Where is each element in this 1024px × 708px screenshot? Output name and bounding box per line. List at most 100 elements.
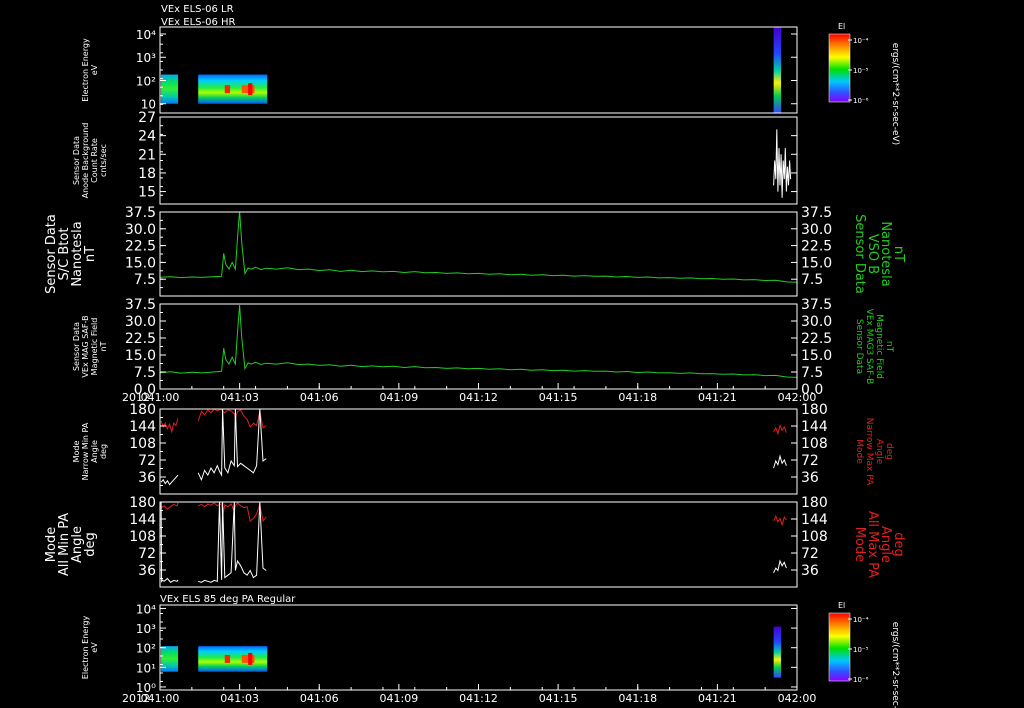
p6-series-5 xyxy=(773,559,787,574)
p7-ylabel-line-0: Electron Energy xyxy=(81,616,90,680)
p4-ytick-label-2: 15.0 xyxy=(125,348,156,364)
p5-ytick-label-1: 72 xyxy=(138,453,156,469)
p5-series-5 xyxy=(773,454,787,469)
p6-series-0 xyxy=(160,502,179,510)
p4-series-0 xyxy=(160,305,797,378)
p7-ytick-label-4: 10⁴ xyxy=(136,602,156,616)
p6-ytick-label-0: 36 xyxy=(138,563,156,579)
p7-ytick-label-3: 10³ xyxy=(136,622,156,636)
p6-ytick-right-label-3: 144 xyxy=(801,512,828,528)
p6-series-2 xyxy=(197,502,267,523)
p5-ylabel-right-line-2: Angle xyxy=(874,439,884,465)
p3-ytick-label-0: 7.5 xyxy=(134,272,156,288)
panel-p6: 36 3672 72108 108144 144180 180ModeAll Min PA… xyxy=(44,495,906,588)
colorbar-top-title: El xyxy=(838,22,845,31)
colorbar-top-tick-label-1: 10⁻⁵ xyxy=(853,67,869,75)
p3-ytick-right-label-0: 7.5 xyxy=(801,272,823,288)
p5-series-3 xyxy=(197,409,267,482)
p3-ylabel-line-3: nT xyxy=(83,246,98,262)
p5-series-0 xyxy=(160,418,179,434)
p6-ylabel-right-line-2: Angle xyxy=(878,526,893,563)
p5-ytick-label-2: 108 xyxy=(129,436,156,452)
p6-ytick-right-label-1: 72 xyxy=(801,546,819,562)
p6-ytick-right-label-4: 180 xyxy=(801,495,828,511)
p5-ylabel-right-line-0: Mode xyxy=(854,439,864,464)
panel-p7: 10⁰10¹10²10³10⁴Electron Energy eV xyxy=(81,602,798,695)
p6-ylabel: ModeAll Min PAAngledeg xyxy=(44,513,98,576)
p5-ytick-right-label-0: 36 xyxy=(801,470,819,486)
x-axis-bottom-tick-label-6: 041:18 xyxy=(618,692,657,705)
p4-ytick-label-3: 22.5 xyxy=(125,331,156,347)
p4-ytick-right-label-3: 22.5 xyxy=(801,331,832,347)
p4-ylabel-right-line-2: Magnetic Field xyxy=(874,314,884,379)
p2-ytick-label-1: 18 xyxy=(138,166,156,182)
colorbar-top-gradient xyxy=(828,33,851,103)
p1-data xyxy=(161,27,782,113)
colorbar-top-unit-text: ergs/(cm**2-sr-sec-eV) xyxy=(890,43,900,145)
p3-ytick-right-label-4: 37.5 xyxy=(801,205,832,221)
p4-ytick-label-1: 7.5 xyxy=(134,365,156,381)
colorbar-bottom: El 10⁻⁴ 10⁻⁵ 10⁻⁶ ergs/(cm**2-sr-sec-eV) xyxy=(828,601,900,708)
p2-ylabel: Sensor Data Anode Background Count Rate cnt… xyxy=(72,123,108,199)
p4-frame xyxy=(159,303,798,390)
p4-ylabel-line-3: nT xyxy=(99,341,108,351)
p6-ytick-label-4: 180 xyxy=(129,495,156,511)
p2-ytick-label-3: 24 xyxy=(138,129,156,145)
p6-data xyxy=(160,502,787,583)
p4-ylabel-right: Sensor Data VEx MAG3 SAF-B Magnetic Field n… xyxy=(854,309,894,385)
p1-hot-spot-a xyxy=(224,85,231,94)
colorbar-top: El 10⁻⁴ 10⁻⁵ 10⁻⁶ ergs/(cm**2-sr-sec-eV) xyxy=(828,22,900,145)
p3-ytick-right-label-2: 22.5 xyxy=(801,239,832,255)
x-axis-bottom-year-label: 2012 xyxy=(122,692,150,705)
colorbar-top-tick-label-2: 10⁻⁶ xyxy=(853,97,869,105)
p4-ylabel-right-line-1: VEx MAG3 SAF-B xyxy=(864,309,874,385)
p2-ytick-label-4: 27 xyxy=(138,110,156,126)
colorbar-bottom-title: El xyxy=(838,601,845,610)
x-axis-mid-tick-label-4: 041:12 xyxy=(459,391,498,404)
header-line-2: VEx ELS-06 HR xyxy=(161,17,236,28)
p5-ytick-label-0: 36 xyxy=(138,470,156,486)
plot-canvas: VEx ELS-06 LR VEx ELS-06 HR 1010²10³10⁴E… xyxy=(44,4,906,708)
p3-ytick-right-label-3: 30.0 xyxy=(801,222,832,238)
p4-ylabel-right-line-0: Sensor Data xyxy=(854,319,864,374)
x-axis-mid-tick-label-3: 041:09 xyxy=(380,391,419,404)
x-axis-mid-tick-label-8: 042:00 xyxy=(778,391,817,404)
p3-ytick-label-3: 30.0 xyxy=(125,222,156,238)
x-axis-mid-tick-label-7: 041:21 xyxy=(698,391,737,404)
p5-ylabel: Mode Narrow Min PA Angle deg xyxy=(72,422,108,480)
p4-ytick-right-label-2: 15.0 xyxy=(801,348,832,364)
p1-spectrogram-block-1 xyxy=(198,74,268,104)
p1-ylabel: Electron Energy eV xyxy=(81,38,99,102)
colorbar-bottom-gradient xyxy=(828,612,851,682)
panel-p4: 0.0 0.07.5 7.515.0 15.022.5 22.530.0 30.037.5… xyxy=(72,297,894,398)
p7-hot-spot-a xyxy=(224,654,231,663)
p1-spectrogram-block-2 xyxy=(773,27,782,113)
p6-ylabel-right-line-3: deg xyxy=(891,532,906,557)
panel-p2: 15 18 21 24 27 Sensor Data Anode Background Cou… xyxy=(72,110,798,205)
p2-frame xyxy=(159,116,798,205)
p2-ylabel-line-3: cnts/sec xyxy=(99,144,108,177)
p4-ytick-right-label-1: 7.5 xyxy=(801,365,823,381)
p4-ylabel-right-line-3: nT xyxy=(884,341,894,353)
p6-ytick-right-label-0: 36 xyxy=(801,563,819,579)
x-axis-mid-tick-label-5: 041:15 xyxy=(539,391,578,404)
p2-series-0 xyxy=(773,129,792,198)
p3-ytick-label-4: 37.5 xyxy=(125,205,156,221)
p5-data xyxy=(160,409,787,486)
p5-ylabel-line-1: Narrow Min PA xyxy=(81,422,90,480)
p4-data xyxy=(160,305,797,378)
p4-ylabel-line-2: Magnetic Field xyxy=(90,318,99,376)
p6-ytick-right-label-2: 108 xyxy=(801,529,828,545)
p5-ytick-right-label-2: 108 xyxy=(801,436,828,452)
colorbar-top-tick-label-0: 10⁻⁴ xyxy=(853,37,869,45)
p7-spectrogram-block-2 xyxy=(773,626,782,678)
p2-ylabel-line-1: Anode Background xyxy=(81,123,90,199)
p5-ytick-right-label-4: 180 xyxy=(801,402,828,418)
p5-ytick-label-3: 144 xyxy=(129,419,156,435)
p7-ylabel: Electron Energy eV xyxy=(81,616,99,680)
p6-ytick-label-2: 108 xyxy=(129,529,156,545)
x-axis-mid: 041:00 041:03 041:06 041:09 041:12 041:15 041:… xyxy=(122,383,816,404)
p5-ylabel-right-line-1: Narrow Max PA xyxy=(864,418,874,486)
p2-ylabel-line-2: Count Rate xyxy=(90,138,99,183)
p6-ylabel-right: ModeAll Max PAAngledeg xyxy=(852,511,906,578)
